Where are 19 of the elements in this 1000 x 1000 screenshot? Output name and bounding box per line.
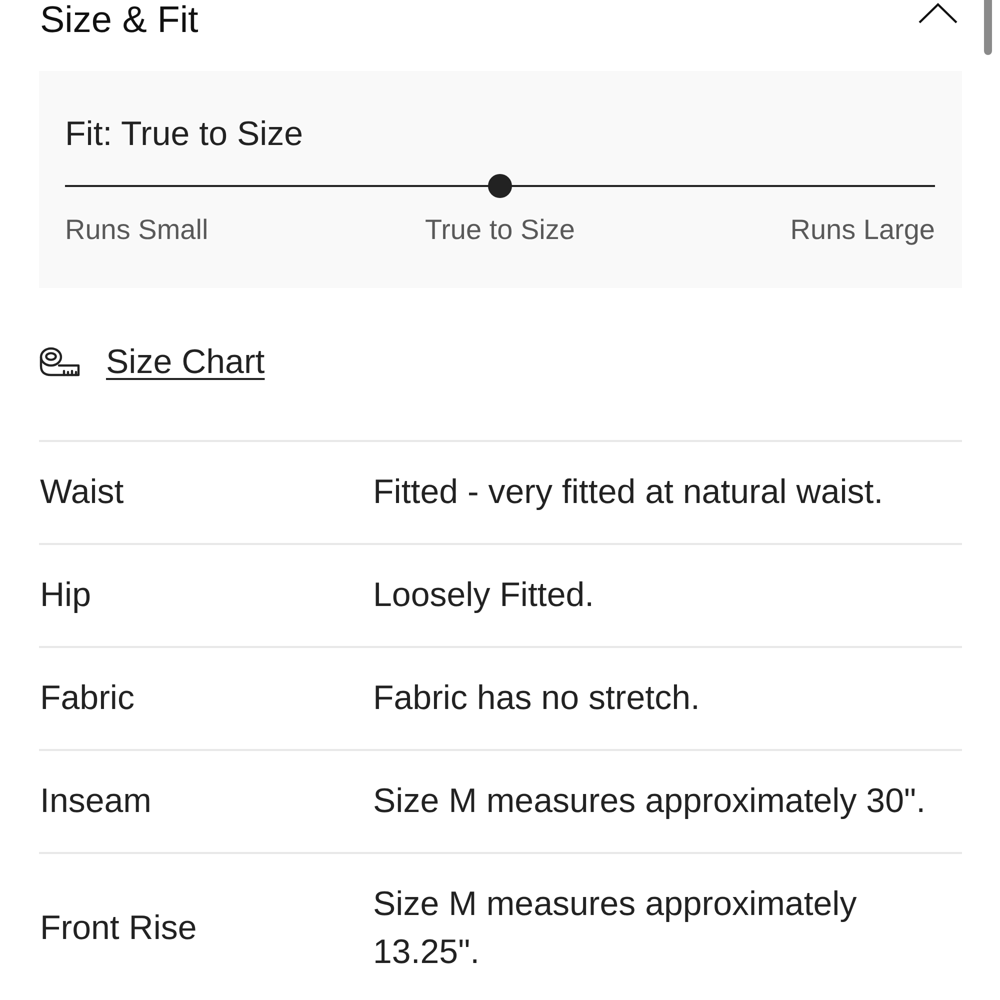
detail-label: Waist bbox=[40, 472, 125, 512]
chevron-up-icon[interactable] bbox=[918, 3, 958, 24]
tape-measure-icon bbox=[39, 347, 80, 377]
detail-label: Fabric bbox=[40, 678, 136, 718]
size-chart-link[interactable]: Size Chart bbox=[106, 342, 265, 382]
detail-value: Size M measures approximately 13.25". bbox=[373, 884, 858, 973]
scale-label: Runs Small bbox=[65, 214, 208, 246]
detail-value: Fabric has no stretch. bbox=[373, 678, 701, 719]
section-title: Size & Fit bbox=[40, 0, 198, 40]
fit-title: Fit: True to Size bbox=[65, 114, 304, 154]
detail-label: Front Rise bbox=[40, 908, 198, 948]
scrollbar-thumb[interactable] bbox=[984, 0, 992, 55]
detail-label: Inseam bbox=[40, 781, 152, 821]
detail-label: Hip bbox=[40, 575, 92, 615]
detail-value: Fitted - very fitted at natural waist. bbox=[373, 472, 884, 513]
detail-value: Loosely Fitted. bbox=[373, 575, 596, 616]
scale-label: Runs Large bbox=[790, 214, 935, 246]
detail-value: Size M measures approximately 30". bbox=[373, 781, 927, 822]
scale-label: True to Size bbox=[425, 214, 575, 246]
